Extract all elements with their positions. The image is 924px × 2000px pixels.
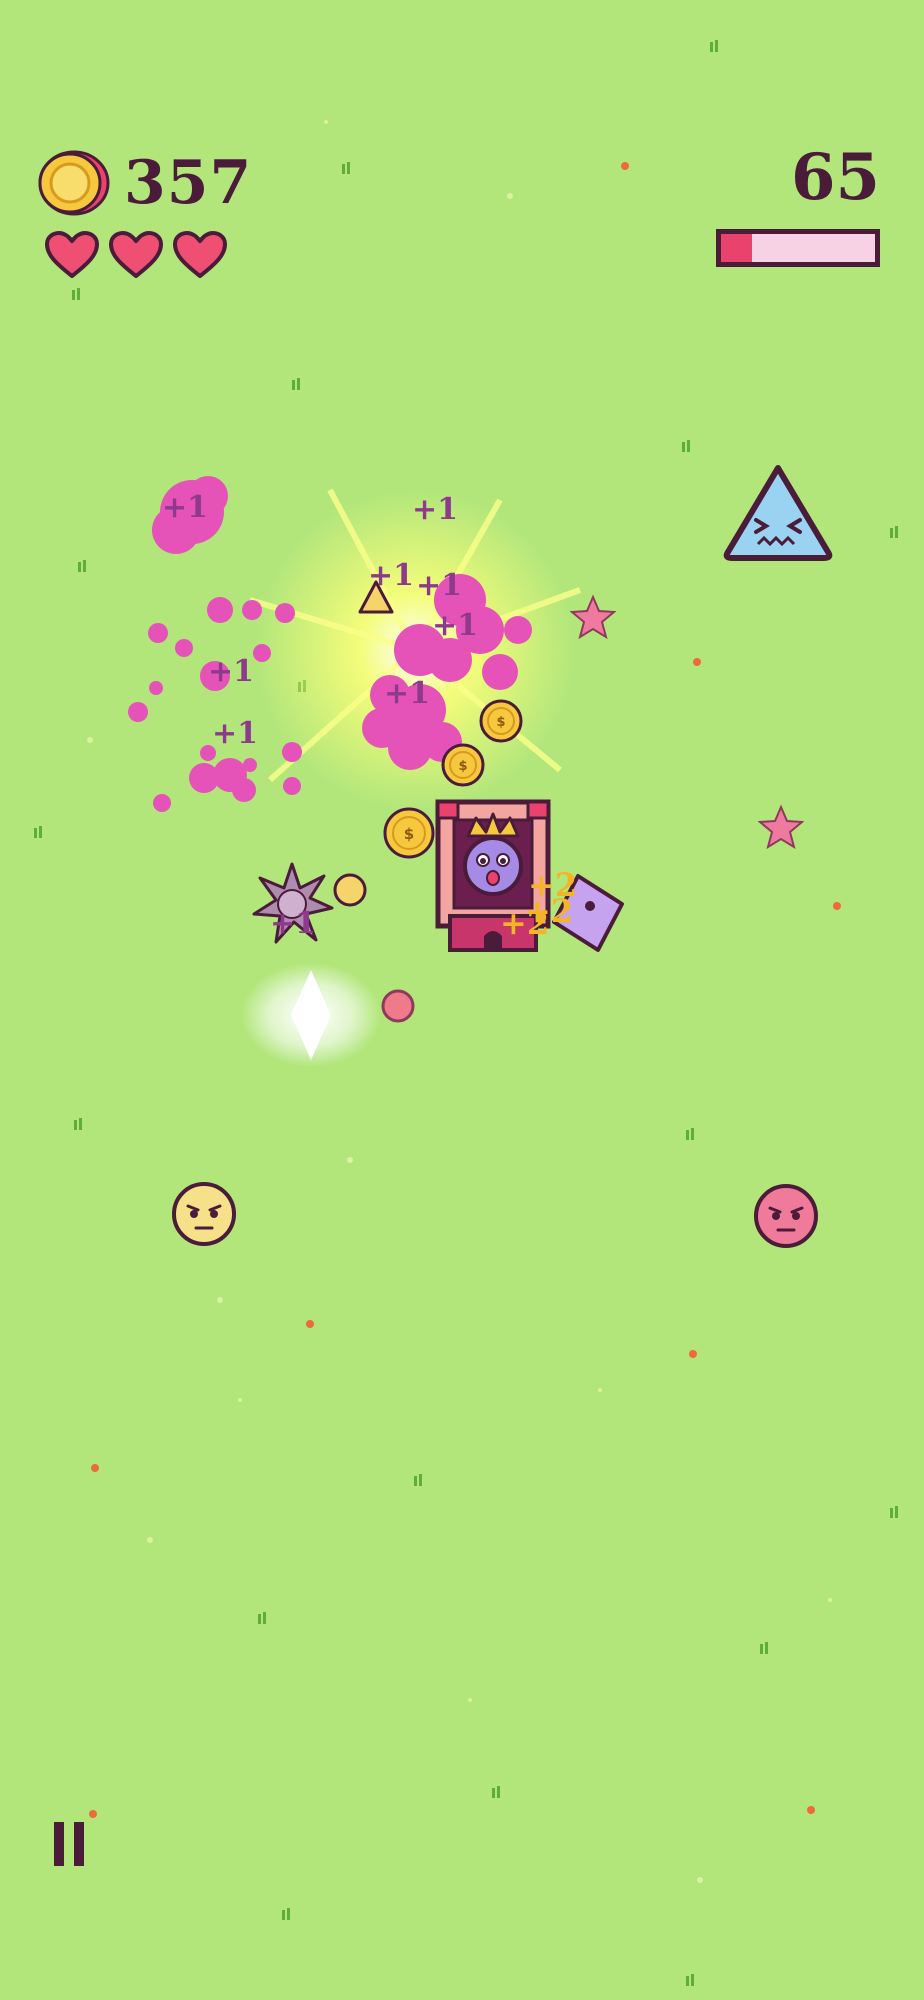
gold-coin bbox=[333, 873, 367, 907]
plus-one-label: +1 bbox=[416, 568, 463, 603]
score-value: 65 bbox=[790, 140, 880, 215]
pink-round-enemy bbox=[754, 1184, 818, 1248]
pink-star bbox=[758, 804, 804, 850]
game-field[interactable]: $ $ $ +1 +1 +1 +1 +1 +1 +1 +1 +1 +2 +2 +… bbox=[0, 0, 924, 2000]
gold-coin: $ bbox=[441, 743, 485, 787]
svg-text:$: $ bbox=[496, 715, 505, 730]
gold-coin: $ bbox=[479, 699, 523, 743]
plus-one-label: +1 bbox=[368, 558, 415, 593]
pause-icon bbox=[54, 1822, 64, 1866]
level-progress-bar bbox=[716, 229, 880, 267]
heart-icon bbox=[109, 231, 163, 278]
plus-one-label: +1 bbox=[212, 716, 259, 751]
plus-one-label: +1 bbox=[384, 676, 431, 711]
progress-fill bbox=[721, 234, 752, 262]
svg-text:$: $ bbox=[404, 825, 414, 843]
sparkle-flash bbox=[241, 963, 381, 1067]
heart-icon bbox=[45, 231, 99, 278]
plus-one-label: +1 bbox=[162, 490, 209, 525]
svg-text:$: $ bbox=[458, 759, 467, 774]
plus-one-label: +1 bbox=[412, 492, 459, 527]
coin-counter: 357 bbox=[36, 148, 252, 218]
lives-hearts bbox=[44, 230, 228, 280]
king-player bbox=[463, 812, 523, 896]
plus-one-label: +1 bbox=[208, 654, 255, 689]
coin-count: 357 bbox=[124, 148, 253, 218]
triangle-enemy bbox=[723, 465, 833, 561]
yellow-round-enemy bbox=[172, 1182, 236, 1246]
pink-star bbox=[570, 594, 616, 640]
heart-icon bbox=[173, 231, 227, 278]
plus-one-label: +1 bbox=[432, 608, 479, 643]
plus-one-label: +1 bbox=[270, 906, 317, 941]
grass-decoration bbox=[34, 40, 898, 1986]
pause-button[interactable] bbox=[54, 1822, 90, 1866]
pause-icon bbox=[74, 1822, 84, 1866]
gold-coin: $ bbox=[383, 807, 435, 859]
gold-coin-icon bbox=[38, 150, 110, 216]
plus-two-label: +2 bbox=[500, 904, 550, 942]
